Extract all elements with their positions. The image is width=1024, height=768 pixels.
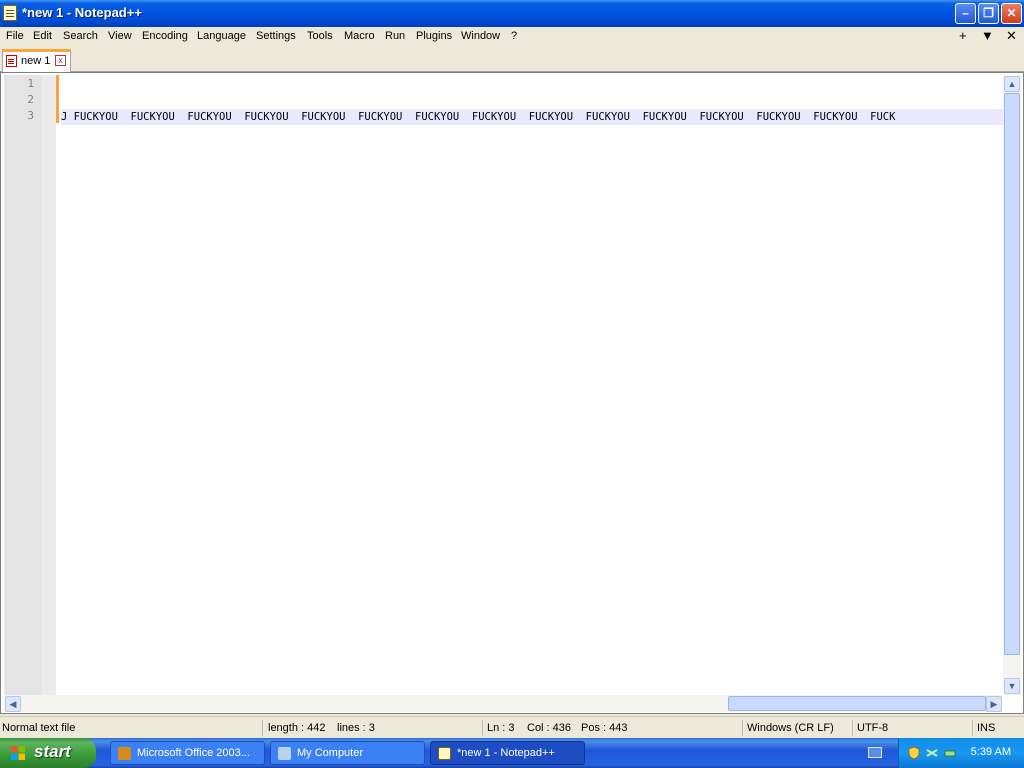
taskbar-button-office[interactable]: Microsoft Office 2003... xyxy=(110,741,265,765)
status-lines: lines : 3 xyxy=(337,722,375,734)
taskbar: start Microsoft Office 2003... My Comput… xyxy=(0,738,1024,768)
security-shield-icon[interactable] xyxy=(907,746,921,760)
status-divider xyxy=(262,720,263,736)
scroll-down-button[interactable]: ▼ xyxy=(1004,678,1020,694)
menu-run[interactable]: Run xyxy=(385,30,405,42)
dropdown-icon[interactable]: ▼ xyxy=(981,28,994,43)
vertical-scroll-thumb[interactable] xyxy=(1004,93,1020,655)
fold-margin[interactable] xyxy=(42,75,56,695)
window-title: *new 1 - Notepad++ xyxy=(22,5,142,20)
status-divider xyxy=(742,720,743,736)
menu-view[interactable]: View xyxy=(108,30,132,42)
tab-close-icon[interactable]: x xyxy=(55,55,66,66)
status-col: Col : 436 xyxy=(527,722,572,734)
minimize-button[interactable]: – xyxy=(955,3,976,24)
status-ln: Ln : 3 xyxy=(487,722,515,734)
line-number: 2 xyxy=(27,93,34,106)
office-icon xyxy=(118,747,131,760)
clock[interactable]: 5:39 AM xyxy=(971,746,1011,758)
unsaved-file-icon xyxy=(6,55,17,67)
menu-bar: File Edit Search View Encoding Language … xyxy=(0,27,1024,47)
editor-area[interactable]: 1 2 3 J FUCKYOU FUCKYOU FUCKYOU FUCKYOU … xyxy=(0,72,1024,714)
status-divider xyxy=(482,720,483,736)
change-history-marker xyxy=(56,75,59,123)
text-line[interactable] xyxy=(61,77,1003,93)
windows-logo-icon xyxy=(11,746,25,760)
status-divider xyxy=(972,720,973,736)
status-insert-mode[interactable]: INS xyxy=(977,722,995,734)
taskbar-button-label: *new 1 - Notepad++ xyxy=(457,747,555,759)
menu-help[interactable]: ? xyxy=(511,30,517,42)
line-number: 1 xyxy=(27,77,34,90)
keyboard-icon[interactable] xyxy=(868,747,882,758)
taskbar-button-label: My Computer xyxy=(297,747,364,759)
line-number-gutter: 1 2 3 xyxy=(4,75,42,695)
horizontal-scroll-thumb[interactable] xyxy=(728,696,986,711)
start-label: start xyxy=(34,742,71,761)
menu-encoding[interactable]: Encoding xyxy=(142,30,188,42)
menu-plugins[interactable]: Plugins xyxy=(416,30,452,42)
notepad-app-icon[interactable] xyxy=(3,5,17,21)
title-bar: *new 1 - Notepad++ – ❐ ✕ xyxy=(0,0,1024,27)
menu-settings[interactable]: Settings xyxy=(256,30,296,42)
status-bar: Normal text file length : 442 lines : 3 … xyxy=(0,716,1024,739)
add-icon[interactable]: + xyxy=(959,28,967,43)
system-tray: 5:39 AM xyxy=(898,738,1024,768)
menu-window[interactable]: Window xyxy=(461,30,500,42)
scroll-up-button[interactable]: ▲ xyxy=(1004,76,1020,92)
horizontal-scrollbar[interactable]: ◀ ▶ xyxy=(4,695,1002,712)
status-encoding[interactable]: UTF-8 xyxy=(857,722,888,734)
menu-search[interactable]: Search xyxy=(63,30,98,42)
scroll-right-button[interactable]: ▶ xyxy=(986,696,1002,712)
restore-button[interactable]: ❐ xyxy=(978,3,999,24)
status-pos: Pos : 443 xyxy=(581,722,628,734)
menu-macro[interactable]: Macro xyxy=(344,30,375,42)
close-button[interactable]: ✕ xyxy=(1001,3,1022,24)
close-doc-icon[interactable]: ✕ xyxy=(1006,28,1017,44)
safely-remove-icon[interactable] xyxy=(943,746,957,760)
menu-tools[interactable]: Tools xyxy=(307,30,333,42)
status-length: length : 442 xyxy=(268,722,326,734)
computer-icon xyxy=(278,747,291,760)
menu-file[interactable]: File xyxy=(6,30,24,42)
status-file-type: Normal text file xyxy=(2,722,76,734)
menu-language[interactable]: Language xyxy=(197,30,246,42)
status-eol[interactable]: Windows (CR LF) xyxy=(747,722,834,734)
line-number: 3 xyxy=(27,109,34,122)
scroll-left-button[interactable]: ◀ xyxy=(5,696,21,712)
status-divider xyxy=(852,720,853,736)
taskbar-button-notepad[interactable]: *new 1 - Notepad++ xyxy=(430,741,585,765)
vertical-scrollbar[interactable]: ▲ ▼ xyxy=(1003,75,1021,695)
text-line-current[interactable]: J FUCKYOU FUCKYOU FUCKYOU FUCKYOU FUCKYO… xyxy=(61,109,1003,125)
network-icon[interactable] xyxy=(925,746,939,760)
taskbar-button-label: Microsoft Office 2003... xyxy=(137,747,250,759)
taskbar-button-my-computer[interactable]: My Computer xyxy=(270,741,425,765)
notepad-icon xyxy=(438,747,451,760)
start-button[interactable]: start xyxy=(0,738,96,768)
tab-bar: new 1 x xyxy=(0,47,1024,72)
tab-new-1[interactable]: new 1 x xyxy=(2,49,71,72)
tab-label: new 1 xyxy=(21,55,51,67)
text-content[interactable]: J FUCKYOU FUCKYOU FUCKYOU FUCKYOU FUCKYO… xyxy=(61,75,1003,695)
menu-edit[interactable]: Edit xyxy=(33,30,52,42)
text-line[interactable] xyxy=(61,93,1003,109)
